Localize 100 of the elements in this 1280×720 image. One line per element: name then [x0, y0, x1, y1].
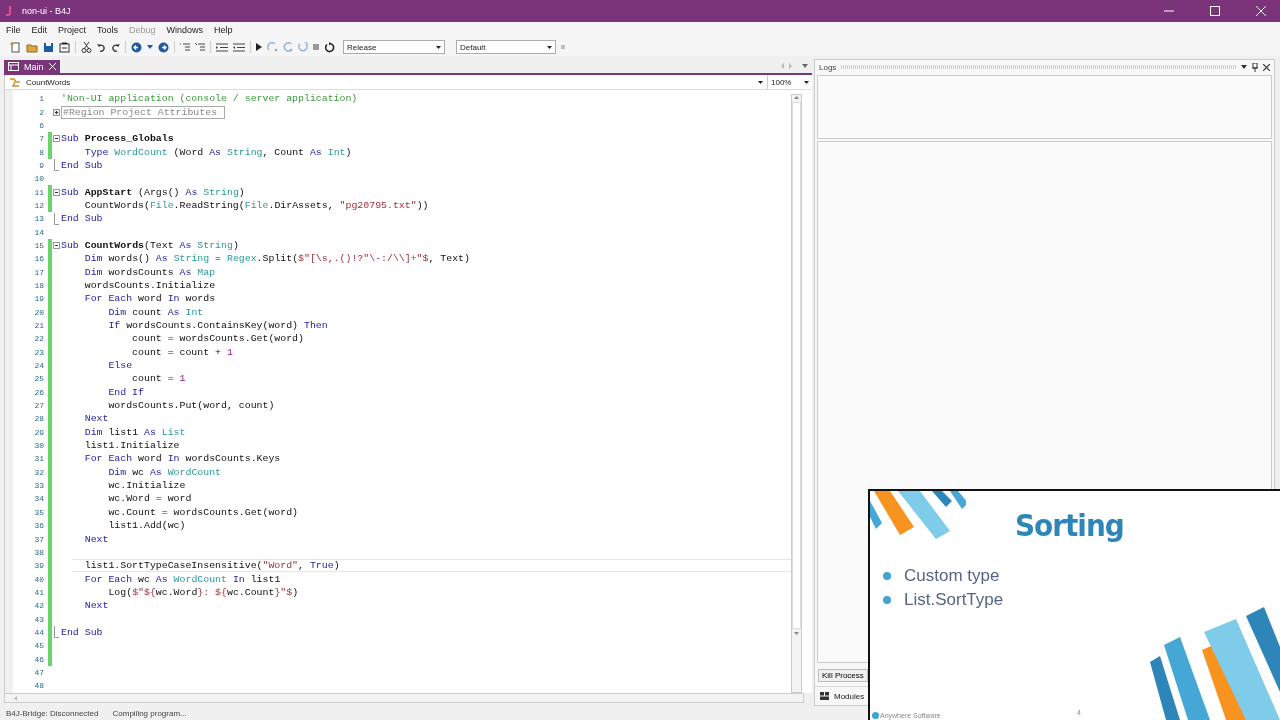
code-line: End Sub: [61, 213, 103, 225]
window-title: non-ui - B4J: [22, 6, 71, 16]
line-number: 30: [33, 441, 45, 451]
line-number: 12: [33, 200, 45, 210]
code-line: list1.Add(wc): [107, 520, 186, 532]
line-number: 25: [33, 374, 45, 384]
line-number: 48: [33, 681, 45, 691]
line-number: 32: [33, 467, 45, 477]
line-number: 31: [33, 454, 45, 464]
bullet-text: Custom type: [904, 566, 1000, 586]
line-number: 23: [33, 347, 45, 357]
code-line: Sub Process_Globals: [61, 133, 174, 145]
code-comment: 'Non-UI application (console / server application): [61, 93, 358, 105]
module-dropdown[interactable]: CountWords: [5, 75, 768, 89]
code-line: wc.Count = wordsCounts.Get(word): [107, 506, 299, 518]
menu-item[interactable]: Help: [214, 25, 233, 35]
code-line: Sub CountWords(Text As String): [61, 239, 239, 251]
build-config-dropdown[interactable]: Release: [343, 40, 445, 54]
line-number: 47: [33, 667, 45, 677]
line-number: 7: [38, 134, 45, 144]
line-number: 26: [33, 387, 45, 397]
kill-process-button[interactable]: Kill Process: [818, 668, 868, 682]
line-number: 24: [33, 361, 45, 371]
code-line: list1.Initialize: [83, 440, 180, 452]
code-line: Dim count As Int: [107, 306, 204, 318]
code-line: End Sub: [61, 626, 103, 638]
line-number: 13: [33, 214, 45, 224]
line-number: 6: [38, 120, 45, 130]
status-text: B4J-Bridge: Disconnected: [6, 708, 99, 718]
code-line: list1.SortTypeCaseInsensitive("Word", True): [83, 560, 340, 572]
code-line: Dim wc As WordCount: [107, 466, 222, 478]
line-number: 38: [33, 547, 45, 557]
line-number: 34: [33, 494, 45, 504]
line-number: 42: [33, 601, 45, 611]
build-target-dropdown[interactable]: Default: [456, 40, 556, 54]
line-number: 35: [33, 507, 45, 517]
line-number: 9: [38, 160, 45, 170]
line-number: 11: [33, 187, 45, 197]
modules-tab[interactable]: Modules: [820, 691, 865, 701]
code-line: Log($"${wc.Word}: ${wc.Count}"$): [107, 586, 299, 598]
code-line: For Each wc As WordCount In list1: [83, 573, 281, 585]
line-number: 18: [33, 281, 45, 290]
line-number: 45: [33, 641, 45, 651]
line-number: 8: [38, 147, 45, 157]
code-line: CountWords(File.ReadString(File.DirAssets, "pg20795.txt")): [83, 199, 429, 211]
line-number: 46: [33, 654, 45, 664]
code-line: Dim wordsCounts As Map: [83, 266, 216, 278]
line-number: 27: [33, 401, 45, 411]
code-line: Next: [83, 533, 109, 545]
code-line: wc.Initialize: [107, 480, 186, 492]
code-line: count = 1: [131, 373, 186, 385]
menu-item[interactable]: Tools: [97, 25, 119, 35]
code-line: If wordsCounts.ContainsKey(word) Then: [107, 320, 328, 331]
line-number: 28: [33, 414, 45, 424]
code-line: Dim words() As String = Regex.Split($"[\s,.()!?"\-:/\\]+"$, Text): [83, 253, 470, 265]
code-line: End If: [107, 386, 144, 398]
zoom-dropdown[interactable]: 100%: [768, 75, 812, 89]
line-number: 20: [33, 307, 45, 317]
code-line: Type WordCount (Word As String, Count As Int): [83, 146, 352, 158]
code-line: Next: [83, 413, 109, 425]
code-line: wordsCounts.Put(word, count): [107, 400, 275, 412]
line-number: 40: [33, 574, 45, 584]
line-number: 33: [33, 481, 45, 491]
line-number: 14: [33, 227, 45, 237]
code-line: wordsCounts.Initialize: [83, 280, 216, 291]
line-number: 2: [38, 107, 45, 117]
line-number: 43: [33, 614, 45, 624]
collapsed-region: #Region Project Attributes: [61, 106, 225, 118]
line-number: 41: [33, 587, 45, 597]
line-number: 10: [33, 174, 45, 184]
menu-item[interactable]: Project: [58, 25, 87, 35]
line-number: 21: [33, 321, 45, 330]
status-text: Compiling program...: [112, 708, 187, 718]
code-line: Sub AppStart (Args() As String): [61, 186, 245, 198]
line-number: 44: [33, 627, 45, 637]
slide-title: Sorting: [1015, 507, 1124, 543]
code-line: wc.Word = word: [107, 493, 192, 505]
panel-title: Logs: [819, 62, 837, 72]
line-number: 17: [33, 267, 45, 277]
line-number: 16: [33, 254, 45, 264]
line-number: 1: [38, 94, 45, 104]
code-line: For Each word In words: [83, 293, 216, 305]
code-line: Next: [83, 600, 109, 612]
line-number: 15: [33, 240, 45, 250]
menu-item[interactable]: Windows: [166, 25, 204, 35]
code-line: count = count + 1: [131, 346, 233, 358]
bullet-text: List.SortType: [904, 590, 1004, 610]
line-number: 39: [33, 561, 45, 571]
menu-item[interactable]: Edit: [31, 25, 48, 35]
line-number: 36: [33, 521, 45, 531]
menu-item[interactable]: File: [6, 25, 21, 35]
line-number: 22: [33, 334, 45, 344]
code-line: For Each word In wordsCounts.Keys: [83, 453, 281, 465]
line-number: 37: [33, 534, 45, 544]
code-line: Dim list1 As List: [83, 426, 186, 438]
code-line: count = wordsCounts.Get(word): [131, 333, 304, 345]
line-number: 19: [33, 294, 45, 304]
line-number: 29: [33, 427, 45, 437]
editor-tab[interactable]: Main: [4, 60, 60, 73]
code-line: End Sub: [61, 159, 103, 171]
